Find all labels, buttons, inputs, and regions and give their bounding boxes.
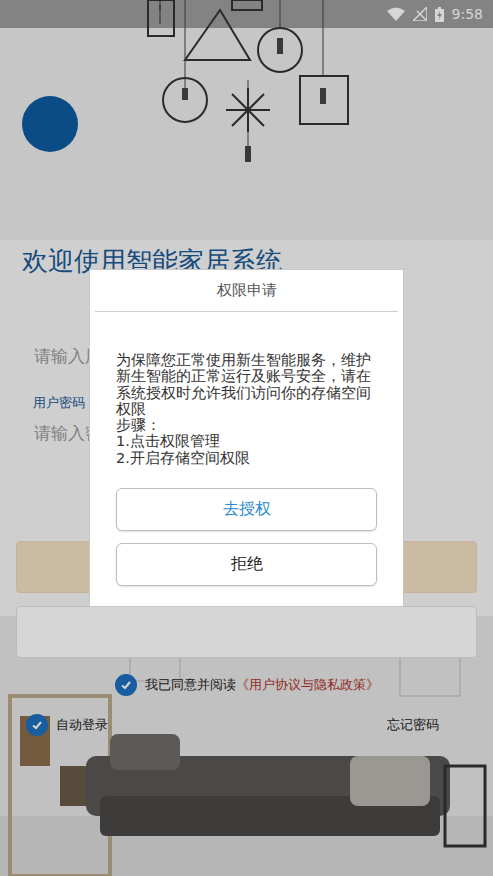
dialog-title: 权限申请 xyxy=(95,270,398,312)
login-screen: 9:58欢迎使用智能家居系统请输入用用户密码请输入密我已同意并阅读《用户协议与隐… xyxy=(0,0,493,876)
dialog-message: 为保障您正常使用新生智能服务，维护新生智能的正常运行及账号安全，请在系统授权时允… xyxy=(116,352,380,417)
step-item: 1.点击权限管理 xyxy=(116,433,380,449)
authorize-button[interactable]: 去授权 xyxy=(116,488,377,531)
step-item: 2.开启存储空间权限 xyxy=(116,450,380,466)
dialog-body: 为保障您正常使用新生智能服务，维护新生智能的正常运行及账号安全，请在系统授权时允… xyxy=(95,312,398,466)
steps-title: 步骤： xyxy=(116,417,380,433)
reject-button[interactable]: 拒绝 xyxy=(116,543,377,586)
modal-overlay: 权限申请为保障您正常使用新生智能服务，维护新生智能的正常运行及账号安全，请在系统… xyxy=(0,0,493,876)
permission-dialog: 权限申请为保障您正常使用新生智能服务，维护新生智能的正常运行及账号安全，请在系统… xyxy=(89,269,404,607)
dialog-buttons: 去授权拒绝 xyxy=(95,466,398,586)
